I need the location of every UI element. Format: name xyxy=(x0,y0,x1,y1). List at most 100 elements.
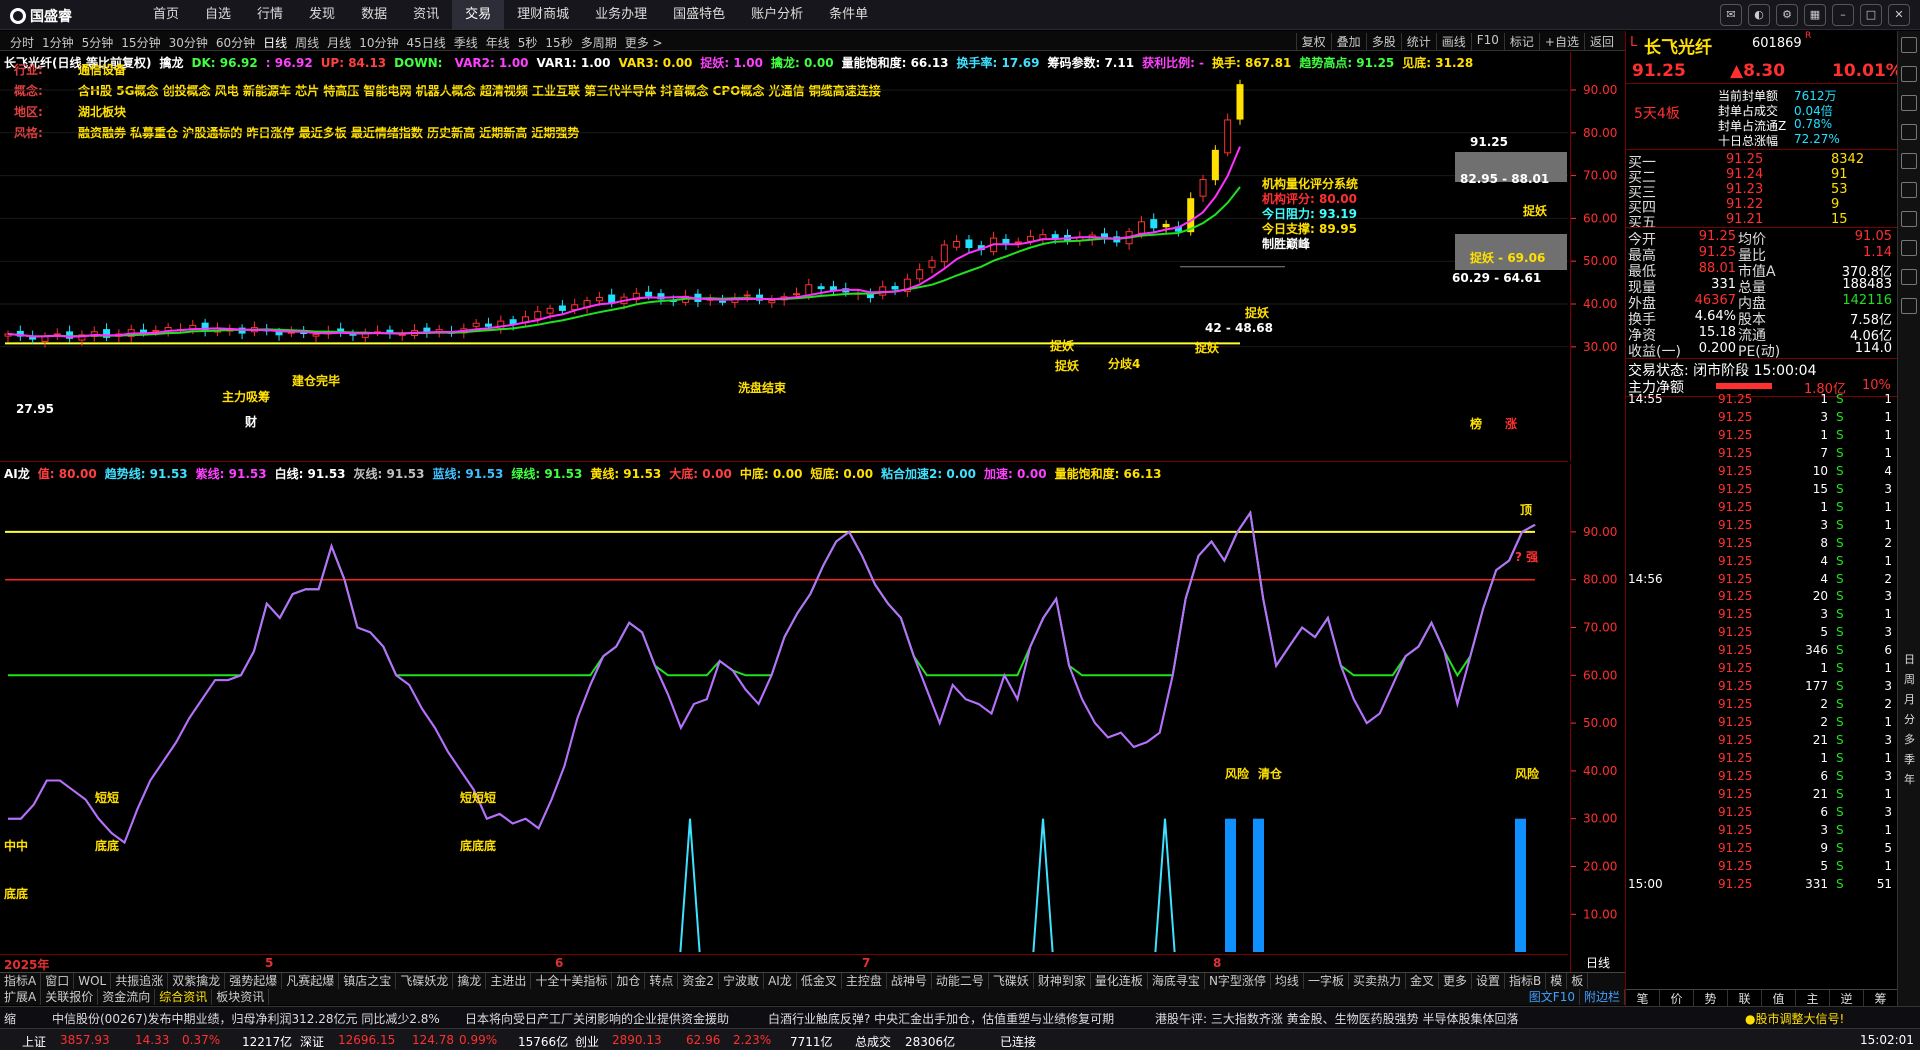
indicator-tab[interactable]: 窗口 xyxy=(41,973,75,989)
period-tab[interactable]: 年线 xyxy=(482,34,514,51)
chart-tool-button[interactable]: 多股 xyxy=(1365,33,1401,50)
indicator-tab[interactable]: 飞碟妖 xyxy=(989,973,1034,989)
period-tab[interactable]: 60分钟 xyxy=(212,34,259,51)
settings-icon[interactable]: ⚙ xyxy=(1776,4,1798,26)
indicator-tab[interactable]: 动能二号 xyxy=(932,973,989,989)
period-tab[interactable]: 45日线 xyxy=(402,34,449,51)
chart-tool-button[interactable]: 画线 xyxy=(1435,33,1471,50)
sidebar-tool-icon[interactable] xyxy=(1901,153,1917,169)
sidebar-period[interactable]: 日 xyxy=(1904,651,1915,667)
news-item[interactable]: 中信股份(00267)发布中期业绩，归母净利润312.28亿元 同比减少2.8% xyxy=(52,1010,440,1027)
quote-tab[interactable]: 值 xyxy=(1762,990,1796,1006)
indicator-tab[interactable]: 买卖热力 xyxy=(1349,973,1406,989)
sidebar-tool-icon[interactable] xyxy=(1901,37,1917,53)
indicator-tab[interactable]: 低金叉 xyxy=(797,973,842,989)
indicator-tab[interactable]: 金叉 xyxy=(1406,973,1439,989)
indicator-tab[interactable]: 飞碟妖龙 xyxy=(396,973,454,989)
info-tab[interactable]: 综合资讯 xyxy=(155,989,213,1005)
sidebar-tool-icon[interactable] xyxy=(1901,298,1917,314)
quote-tab[interactable]: 筹 xyxy=(1864,990,1898,1006)
period-tab[interactable]: 季线 xyxy=(450,34,482,51)
menu-item[interactable]: 理财商城 xyxy=(504,0,582,30)
kline-plot[interactable]: 91.2582.95 - 88.01捉妖捉妖 - 69.0660.29 - 64… xyxy=(0,52,1568,462)
menu-item[interactable]: 条件单 xyxy=(816,0,881,30)
sidebar-tool-icon[interactable] xyxy=(1901,211,1917,227)
indicator-tab[interactable]: 一字板 xyxy=(1304,973,1349,989)
menu-item[interactable]: 数据 xyxy=(348,0,400,30)
chart-tool-button[interactable]: 标记 xyxy=(1503,33,1539,50)
minimize-icon[interactable]: – xyxy=(1832,4,1854,26)
indicator-tab[interactable]: 擒龙 xyxy=(453,973,487,989)
ai-dragon-indicator[interactable]: AI龙 值: 80.00 趋势线: 91.53 紫线: 91.53 白线: 91.53 灰… xyxy=(0,464,1568,952)
indicator-tab[interactable]: 海底寻宝 xyxy=(1148,973,1205,989)
side-tab[interactable]: 图文F10 xyxy=(1525,989,1580,1005)
menu-item[interactable]: 行情 xyxy=(244,0,296,30)
sidebar-period[interactable]: 年 xyxy=(1904,771,1915,787)
news-item[interactable]: 白酒行业触底反弹? 中央汇金出手加仓，估值重塑与业绩修复可期 xyxy=(768,1010,1114,1027)
skin-icon[interactable]: ◐ xyxy=(1748,4,1770,26)
indicator-tab[interactable]: 战神号 xyxy=(887,973,932,989)
sidebar-period[interactable]: 月 xyxy=(1904,691,1915,707)
period-tab[interactable]: 30分钟 xyxy=(165,34,212,51)
quote-tab[interactable]: 逆 xyxy=(1830,990,1864,1006)
indicator-tab[interactable]: 十全十美指标 xyxy=(531,973,613,989)
chart-tool-button[interactable]: 复权 xyxy=(1295,33,1331,50)
quote-tab[interactable]: 势 xyxy=(1694,990,1728,1006)
info-tab[interactable]: 板块资讯 xyxy=(212,989,270,1005)
close-icon[interactable]: ✕ xyxy=(1888,4,1910,26)
info-tab[interactable]: 扩展A xyxy=(0,989,42,1005)
grid-icon[interactable]: ▦ xyxy=(1804,4,1826,26)
quote-tab[interactable]: 价 xyxy=(1660,990,1694,1006)
period-tab[interactable]: 5分钟 xyxy=(78,34,118,51)
indicator-tab[interactable]: 指标A xyxy=(0,973,42,989)
indicator-tab[interactable]: 指标B xyxy=(1505,973,1547,989)
chart-tool-button[interactable]: 返回 xyxy=(1583,33,1619,50)
period-tab[interactable]: 分时 xyxy=(6,34,38,51)
sidebar-period[interactable]: 季 xyxy=(1904,751,1915,767)
side-tab[interactable]: 附边栏 xyxy=(1580,989,1625,1005)
quote-tab[interactable]: 主 xyxy=(1796,990,1830,1006)
menu-item[interactable]: 业务办理 xyxy=(582,0,660,30)
period-tab[interactable]: 5秒 xyxy=(514,34,542,51)
period-tab[interactable]: 10分钟 xyxy=(355,34,402,51)
indicator-tab[interactable]: AI龙 xyxy=(764,973,797,989)
indicator-tab[interactable]: 财神到家 xyxy=(1034,973,1091,989)
menu-item[interactable]: 国盛特色 xyxy=(660,0,738,30)
chart-tool-button[interactable]: 叠加 xyxy=(1330,33,1366,50)
menu-item[interactable]: 交易 xyxy=(452,0,505,30)
indicator-tab[interactable]: 强势起爆 xyxy=(225,973,283,989)
sidebar-tool-icon[interactable] xyxy=(1901,66,1917,82)
menu-item[interactable]: 账户分析 xyxy=(738,0,816,30)
indicator-tab[interactable]: 宁波敢 xyxy=(719,973,765,989)
indicator-tab[interactable]: 模 xyxy=(1546,973,1568,989)
maximize-icon[interactable]: □ xyxy=(1860,4,1882,26)
period-tab[interactable]: 日线 xyxy=(259,34,291,51)
indicator-tab[interactable]: 镇店之宝 xyxy=(339,973,397,989)
menu-item[interactable]: 首页 xyxy=(140,0,192,30)
period-tab[interactable]: 更多 > xyxy=(621,34,667,51)
indicator-tab[interactable]: 板 xyxy=(1567,973,1589,989)
period-tab[interactable]: 多周期 xyxy=(577,34,621,51)
indicator-tab[interactable]: 设置 xyxy=(1472,973,1506,989)
news-item[interactable]: ●股市调整大信号! xyxy=(1745,1010,1844,1027)
quote-tab[interactable]: 笔 xyxy=(1626,990,1660,1006)
chart-tool-button[interactable]: F10 xyxy=(1470,33,1504,50)
chart-tool-button[interactable]: +自选 xyxy=(1538,33,1584,50)
menu-item[interactable]: 发现 xyxy=(296,0,348,30)
indicator-tab[interactable]: 主控盘 xyxy=(842,973,887,989)
quote-tab[interactable]: 联 xyxy=(1728,990,1762,1006)
ai-indicator-plot[interactable]: 顶? 强风险 清仓 风险短短 短短短底底 底底底中中底底 xyxy=(0,464,1568,952)
indicator-tab[interactable]: 共振追涨 xyxy=(111,973,169,989)
news-item[interactable]: 日本将向受日产工厂关闭影响的企业提供资金援助 xyxy=(465,1010,729,1027)
period-tab[interactable]: 月线 xyxy=(323,34,355,51)
info-tab[interactable]: 资金流向 xyxy=(98,989,156,1005)
period-tab[interactable]: 1分钟 xyxy=(38,34,78,51)
indicator-tab[interactable]: 转点 xyxy=(645,973,679,989)
period-tab[interactable]: 15秒 xyxy=(541,34,576,51)
indicator-tab[interactable]: 均线 xyxy=(1271,973,1304,989)
menu-item[interactable]: 资讯 xyxy=(400,0,452,30)
indicator-tab[interactable]: 量化连板 xyxy=(1091,973,1148,989)
sidebar-tool-icon[interactable] xyxy=(1901,95,1917,111)
sidebar-period[interactable]: 周 xyxy=(1904,671,1915,687)
message-icon[interactable]: ✉ xyxy=(1720,4,1742,26)
